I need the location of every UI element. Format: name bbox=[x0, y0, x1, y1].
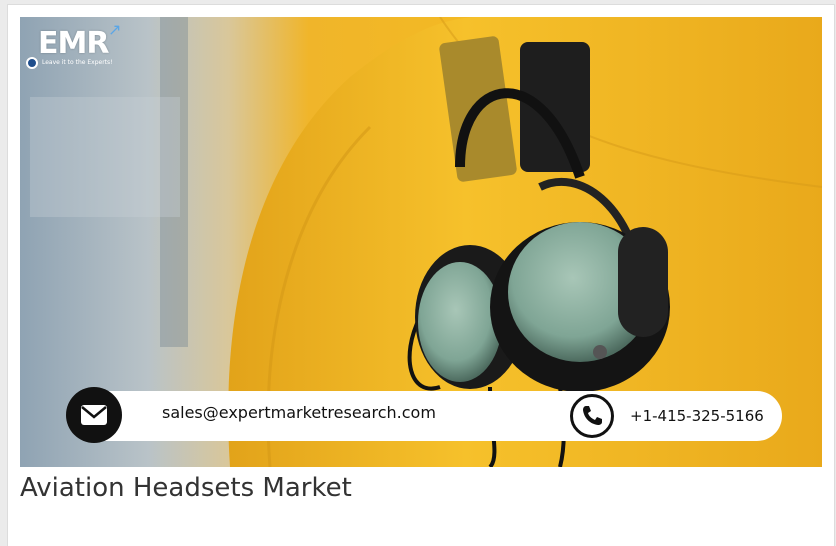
logo-letters: EMR bbox=[38, 26, 109, 61]
contact-phone[interactable]: +1-415-325-5166 bbox=[630, 407, 764, 425]
phone-icon bbox=[583, 406, 602, 425]
phone-icon-badge bbox=[570, 394, 614, 438]
hero-image: EMR ↗ Leave it to the Experts! sales@exp… bbox=[20, 17, 822, 467]
logo-arrow-icon: ↗ bbox=[108, 20, 122, 39]
brand-logo[interactable]: EMR ↗ Leave it to the Experts! bbox=[26, 20, 136, 80]
envelope-icon bbox=[81, 405, 107, 425]
logo-tagline: Leave it to the Experts! bbox=[42, 59, 113, 66]
page-title: Aviation Headsets Market bbox=[20, 473, 352, 503]
contact-email[interactable]: sales@expertmarketresearch.com bbox=[162, 403, 436, 422]
email-icon-badge bbox=[66, 387, 122, 443]
article-card: EMR ↗ Leave it to the Experts! sales@exp… bbox=[8, 5, 834, 546]
logo-dot-icon bbox=[26, 57, 38, 69]
